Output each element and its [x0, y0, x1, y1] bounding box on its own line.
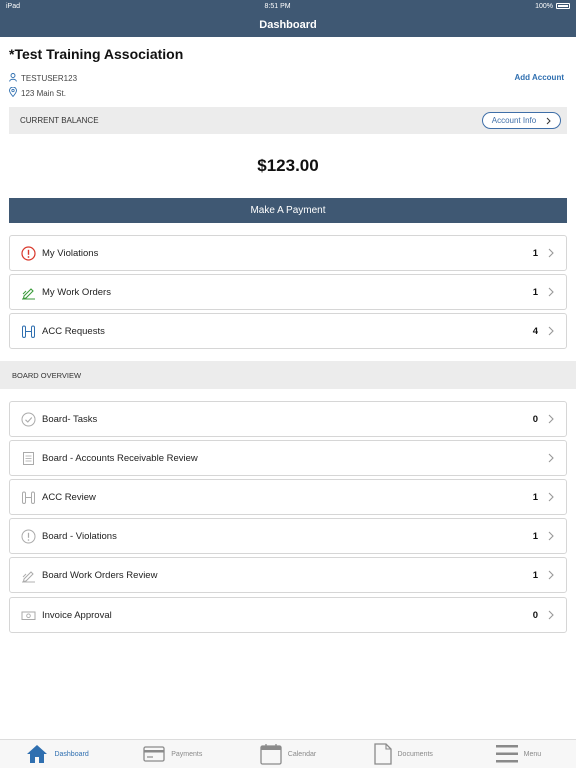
- chevron-right-icon: [546, 609, 556, 621]
- board-tasks-row[interactable]: Board- Tasks 0: [9, 401, 567, 437]
- document-icon: [20, 450, 36, 466]
- battery-icon: [556, 3, 570, 9]
- row-label: Invoice Approval: [42, 609, 112, 621]
- balance-bar: CURRENT BALANCE Account Info: [9, 107, 567, 134]
- home-icon: [27, 745, 48, 763]
- document-icon: [373, 743, 392, 765]
- row-count: 1: [532, 491, 538, 503]
- row-count: 4: [532, 325, 538, 337]
- balance-label: CURRENT BALANCE: [20, 116, 99, 125]
- tab-dashboard[interactable]: Dashboard: [0, 740, 115, 768]
- user-line: TESTUSER123: [9, 73, 77, 84]
- credit-card-icon: [143, 746, 165, 762]
- chevron-right-icon: [546, 117, 551, 124]
- pencil-ruler-icon: [20, 567, 36, 583]
- tab-calendar[interactable]: Calendar: [230, 740, 345, 768]
- alert-circle-icon: [20, 528, 36, 544]
- clock: 8:51 PM: [264, 2, 291, 10]
- row-label: Board- Tasks: [42, 413, 98, 425]
- row-label: Board Work Orders Review: [42, 569, 158, 581]
- my-work-orders-row[interactable]: My Work Orders 1: [9, 274, 567, 310]
- tab-documents[interactable]: Documents: [346, 740, 461, 768]
- board-ar-review-row[interactable]: Board - Accounts Receivable Review: [9, 440, 567, 476]
- my-violations-row[interactable]: My Violations 1: [9, 235, 567, 271]
- board-overview-header: BOARD OVERVIEW: [0, 361, 576, 389]
- chevron-right-icon: [546, 452, 556, 464]
- row-count: 1: [532, 247, 538, 259]
- make-payment-button[interactable]: Make A Payment: [9, 198, 567, 223]
- check-circle-icon: [20, 411, 36, 427]
- make-payment-label: Make A Payment: [250, 205, 326, 216]
- tab-label: Dashboard: [54, 750, 89, 758]
- row-label: ACC Requests: [42, 325, 105, 337]
- board-work-orders-row[interactable]: Board Work Orders Review 1: [9, 557, 567, 593]
- status-bar: iPad 8:51 PM 100%: [0, 0, 576, 12]
- chevron-right-icon: [546, 491, 556, 503]
- row-count: 1: [532, 530, 538, 542]
- chevron-right-icon: [546, 286, 556, 298]
- tab-menu[interactable]: Menu: [461, 740, 576, 768]
- account-info-label: Account Info: [491, 116, 537, 125]
- battery-percent: 100%: [535, 2, 553, 10]
- add-account-link[interactable]: Add Account: [515, 73, 564, 82]
- tab-label: Menu: [523, 750, 542, 758]
- acc-requests-row[interactable]: ACC Requests 4: [9, 313, 567, 349]
- calendar-icon: [260, 744, 282, 765]
- row-count: 1: [532, 569, 538, 581]
- row-label: Board - Violations: [42, 530, 117, 542]
- chevron-right-icon: [546, 413, 556, 425]
- association-name: *Test Training Association: [9, 46, 184, 62]
- row-label: My Violations: [42, 247, 99, 259]
- board-violations-row[interactable]: Board - Violations 1: [9, 518, 567, 554]
- row-label: Board - Accounts Receivable Review: [42, 452, 198, 464]
- row-count: 0: [532, 413, 538, 425]
- acc-review-row[interactable]: ACC Review 1: [9, 479, 567, 515]
- blueprint-icon: [20, 323, 36, 339]
- blueprint-icon: [20, 489, 36, 505]
- alert-circle-icon: [20, 245, 36, 261]
- balance-amount: $123.00: [257, 156, 319, 175]
- money-icon: [20, 607, 36, 623]
- row-label: My Work Orders: [42, 286, 111, 298]
- pencil-ruler-icon: [20, 284, 36, 300]
- chevron-right-icon: [546, 530, 556, 542]
- row-label: ACC Review: [42, 491, 96, 503]
- section-title: BOARD OVERVIEW: [12, 370, 82, 380]
- tab-bar: Dashboard Payments Calendar Documents Me…: [0, 739, 576, 768]
- tab-label: Calendar: [287, 750, 317, 758]
- location-pin-icon: [9, 86, 17, 99]
- tab-payments[interactable]: Payments: [115, 740, 230, 768]
- tab-label: Documents: [397, 750, 433, 758]
- tab-label: Payments: [171, 750, 203, 758]
- nav-bar: Dashboard: [0, 12, 576, 37]
- row-count: 1: [532, 286, 538, 298]
- address-line: 123 Main St.: [9, 86, 66, 99]
- account-info-button[interactable]: Account Info: [482, 112, 561, 129]
- hamburger-menu-icon: [495, 745, 518, 763]
- username: TESTUSER123: [21, 74, 78, 83]
- chevron-right-icon: [546, 325, 556, 337]
- user-icon: [9, 73, 17, 84]
- row-count: 0: [532, 609, 538, 621]
- device-name: iPad: [6, 2, 21, 10]
- chevron-right-icon: [546, 247, 556, 259]
- invoice-approval-row[interactable]: Invoice Approval 0: [9, 597, 567, 633]
- chevron-right-icon: [546, 569, 556, 581]
- page-title: Dashboard: [259, 18, 317, 31]
- address: 123 Main St.: [21, 88, 66, 98]
